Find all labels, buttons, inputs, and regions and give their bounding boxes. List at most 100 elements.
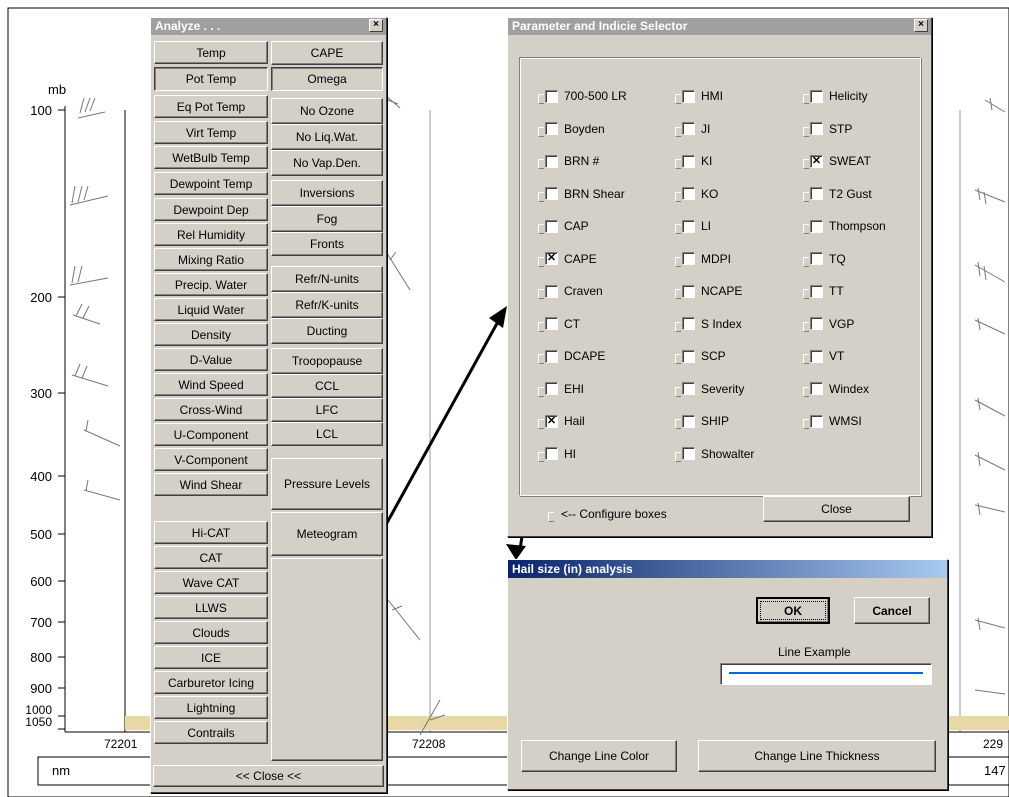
- analyze-button-ducting[interactable]: Ducting: [271, 318, 383, 344]
- analyze-button-llws[interactable]: LLWS: [154, 596, 268, 619]
- empty-box-icon[interactable]: [810, 349, 823, 363]
- checkbox-showalter[interactable]: Showalter: [675, 446, 754, 462]
- empty-box-icon[interactable]: [682, 122, 695, 135]
- analyze-button-omega[interactable]: Omega: [271, 67, 383, 91]
- empty-box-icon[interactable]: [545, 187, 558, 200]
- checked-box-icon[interactable]: ✕: [545, 414, 558, 428]
- empty-box-icon[interactable]: [545, 447, 558, 460]
- analyze-button-temp[interactable]: Temp: [154, 41, 268, 64]
- analyze-button-liquid-water[interactable]: Liquid Water: [154, 298, 268, 321]
- empty-box-icon[interactable]: [810, 219, 823, 233]
- analyze-button-density[interactable]: Density: [154, 323, 268, 346]
- analyze-button-cross-wind[interactable]: Cross-Wind: [154, 398, 268, 421]
- analyze-button-dewpoint-dep[interactable]: Dewpoint Dep: [154, 198, 268, 221]
- checkbox-stp[interactable]: STP: [803, 121, 852, 137]
- analyze-button-troopopause[interactable]: Troopopause: [271, 348, 383, 374]
- analyze-button-lightning[interactable]: Lightning: [154, 696, 268, 719]
- checkbox-ct[interactable]: CT: [538, 316, 580, 332]
- analyze-button-ccl[interactable]: CCL: [271, 374, 383, 398]
- checkbox-li[interactable]: LI: [675, 218, 711, 234]
- empty-box-icon[interactable]: [682, 382, 695, 395]
- selector-close-button[interactable]: Close: [763, 496, 910, 522]
- checkbox-ncape[interactable]: NCAPE: [675, 283, 742, 299]
- checkbox-helicity[interactable]: Helicity: [803, 88, 868, 104]
- analyze-button-mixing-ratio[interactable]: Mixing Ratio: [154, 248, 268, 271]
- analyze-button-wave-cat[interactable]: Wave CAT: [154, 571, 268, 594]
- analyze-button-cat[interactable]: CAT: [154, 546, 268, 569]
- checkbox-hail[interactable]: ✕ Hail: [538, 413, 585, 429]
- analyze-button-wind-speed[interactable]: Wind Speed: [154, 373, 268, 396]
- checkbox-craven[interactable]: Craven: [538, 283, 603, 299]
- empty-box-icon[interactable]: [545, 382, 558, 395]
- analyze-button-no-ozone[interactable]: No Ozone: [271, 98, 383, 124]
- empty-box-icon[interactable]: [810, 284, 823, 298]
- analyze-button-pot-temp[interactable]: Pot Temp: [154, 67, 268, 91]
- analyze-button-wind-shear[interactable]: Wind Shear: [154, 473, 268, 496]
- checkbox-severity[interactable]: Severity: [675, 381, 744, 397]
- analyze-button-pressure-levels[interactable]: Pressure Levels: [271, 458, 383, 510]
- close-icon[interactable]: ×: [914, 19, 928, 32]
- checkbox-sweat[interactable]: ✕ SWEAT: [803, 153, 871, 169]
- change-line-color-button[interactable]: Change Line Color: [521, 740, 677, 772]
- empty-box-icon[interactable]: [682, 447, 695, 460]
- empty-box-icon[interactable]: [810, 317, 823, 330]
- checkbox-thompson[interactable]: Thompson: [803, 218, 886, 234]
- analyze-button-lfc[interactable]: LFC: [271, 398, 383, 422]
- analyze-button-meteogram[interactable]: Meteogram: [271, 512, 383, 556]
- checkbox-vgp[interactable]: VGP: [803, 316, 854, 332]
- analyze-button-refr-k-units[interactable]: Refr/K-units: [271, 292, 383, 318]
- empty-box-icon[interactable]: [682, 284, 695, 298]
- checkbox-s-index[interactable]: S Index: [675, 316, 742, 332]
- empty-box-icon[interactable]: [545, 317, 558, 330]
- empty-box-icon[interactable]: [682, 154, 695, 168]
- analyze-button-virt-temp[interactable]: Virt Temp: [154, 121, 268, 144]
- empty-box-icon[interactable]: [545, 284, 558, 298]
- empty-box-icon[interactable]: [682, 252, 695, 265]
- analyze-button-fronts[interactable]: Fronts: [271, 232, 383, 256]
- checkbox-ko[interactable]: KO: [675, 186, 718, 202]
- checkbox-boyden[interactable]: Boyden: [538, 121, 605, 137]
- analyze-close-button[interactable]: << Close <<: [153, 765, 384, 787]
- empty-box-icon[interactable]: [545, 154, 558, 168]
- analyze-button-refr-n-units[interactable]: Refr/N-units: [271, 266, 383, 292]
- analyze-button-no-vap-den[interactable]: No Vap.Den.: [271, 150, 383, 176]
- checkbox-ship[interactable]: SHIP: [675, 413, 729, 429]
- checkbox-vt[interactable]: VT: [803, 348, 844, 364]
- empty-box-icon[interactable]: [810, 252, 823, 265]
- empty-box-icon[interactable]: [682, 219, 695, 233]
- analyze-button-rel-humidity[interactable]: Rel Humidity: [154, 223, 268, 246]
- analyze-button-carburetor-icing[interactable]: Carburetor Icing: [154, 671, 268, 694]
- empty-box-icon[interactable]: [810, 122, 823, 135]
- empty-box-icon[interactable]: [810, 382, 823, 395]
- analyze-button-hi-cat[interactable]: Hi-CAT: [154, 521, 268, 544]
- analyze-button-no-liq-wat[interactable]: No Liq.Wat.: [271, 124, 383, 150]
- checkbox-wmsi[interactable]: WMSI: [803, 413, 862, 429]
- empty-box-icon[interactable]: [545, 89, 558, 103]
- empty-box-icon[interactable]: [682, 317, 695, 330]
- checkbox-cape[interactable]: ✕ CAPE: [538, 251, 597, 267]
- analyze-button-u-component[interactable]: U-Component: [154, 423, 268, 446]
- analyze-button-cape[interactable]: CAPE: [271, 41, 383, 65]
- analyze-button-fog[interactable]: Fog: [271, 206, 383, 232]
- change-line-thickness-button[interactable]: Change Line Thickness: [698, 740, 936, 772]
- checkbox-windex[interactable]: Windex: [803, 381, 869, 397]
- checkbox-tq[interactable]: TQ: [803, 251, 846, 267]
- checked-box-icon[interactable]: ✕: [545, 252, 558, 265]
- analyze-button-ice[interactable]: ICE: [154, 646, 268, 669]
- analyze-button-wetbulb-temp[interactable]: WetBulb Temp: [154, 146, 268, 169]
- configure-boxes-toggle[interactable]: <-- Configure boxes: [548, 506, 667, 522]
- checkbox-ji[interactable]: JI: [675, 121, 710, 137]
- analyze-button-contrails[interactable]: Contrails: [154, 721, 268, 744]
- checkbox-700-500-lr[interactable]: 700-500 LR: [538, 88, 627, 104]
- empty-box-icon[interactable]: [545, 349, 558, 363]
- analyze-button-lcl[interactable]: LCL: [271, 422, 383, 446]
- analyze-button-d-value[interactable]: D-Value: [154, 348, 268, 371]
- empty-box-icon[interactable]: [810, 414, 823, 428]
- analyze-button-precip-water[interactable]: Precip. Water: [154, 273, 268, 296]
- analyze-button-v-component[interactable]: V-Component: [154, 448, 268, 471]
- empty-box-icon[interactable]: [810, 89, 823, 103]
- checkbox-ehi[interactable]: EHI: [538, 381, 584, 397]
- checked-box-icon[interactable]: ✕: [810, 154, 823, 168]
- checkbox-brn[interactable]: BRN #: [538, 153, 599, 169]
- checkbox-t2-gust[interactable]: T2 Gust: [803, 186, 872, 202]
